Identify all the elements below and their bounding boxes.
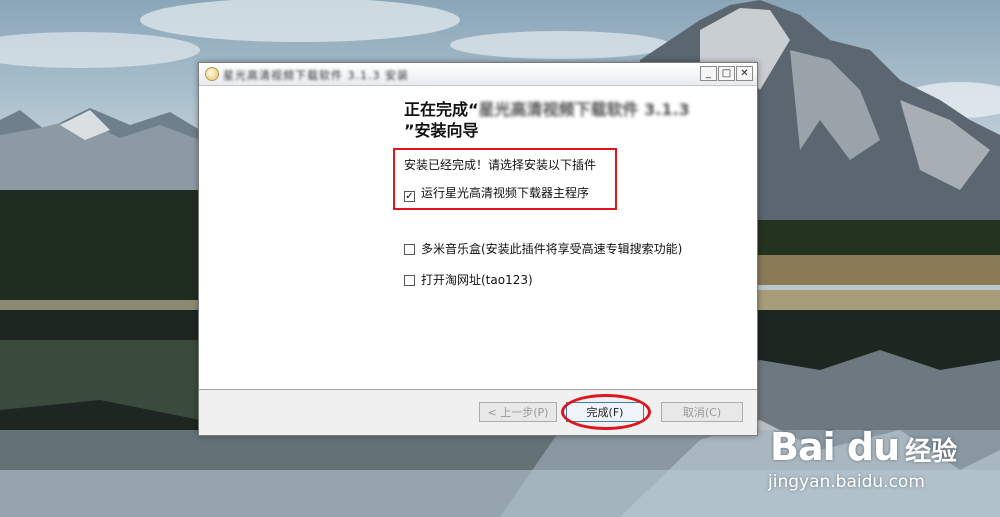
close-button[interactable]: ✕ [736, 66, 753, 81]
installer-window: 星光高清视频下载软件 3.1.3 安装 _ □ ✕ 正在完成“星光高清视频下载软… [198, 62, 758, 436]
heading-prefix: 正在完成“ [404, 100, 479, 119]
window-title: 星光高清视频下载软件 3.1.3 安装 [223, 69, 409, 82]
wizard-side-panel [199, 86, 387, 389]
back-button[interactable]: < 上一步(P) [479, 402, 557, 422]
checkbox-unchecked[interactable] [404, 244, 415, 255]
wizard-content: 正在完成“星光高清视频下载软件 3.1.3 ”安装向导 安装已经完成！请选择安装… [387, 86, 757, 389]
option-open-tao123[interactable]: 打开淘网址(tao123) [404, 271, 533, 288]
cancel-button[interactable]: 取消(C) [661, 402, 743, 422]
watermark-url: jingyan.baidu.com [768, 472, 925, 492]
maximize-button[interactable]: □ [718, 66, 735, 81]
option-label: 运行星光高清视频下载器主程序 [421, 186, 590, 200]
app-icon [205, 67, 219, 81]
heading-suffix: ”安装向导 [404, 121, 479, 140]
option-run-main-program[interactable]: ✓ 运行星光高清视频下载器主程序 [404, 184, 589, 202]
option-duomi-music[interactable]: 多米音乐盒(安装此插件将享受高速专辑搜索功能) [404, 240, 682, 257]
baidu-watermark: Bai du 经验 [770, 425, 957, 469]
finish-button[interactable]: 完成(F) [566, 402, 644, 422]
title-bar[interactable]: 星光高清视频下载软件 3.1.3 安装 _ □ ✕ [199, 63, 757, 86]
checkbox-checked[interactable]: ✓ [404, 191, 415, 202]
minimize-button[interactable]: _ [700, 66, 717, 81]
option-label: 打开淘网址(tao123) [421, 273, 533, 287]
option-label: 多米音乐盒(安装此插件将享受高速专辑搜索功能) [421, 242, 683, 256]
baidu-logo: Bai du [770, 425, 900, 469]
heading-app-name: 星光高清视频下载软件 3.1.3 [478, 100, 690, 119]
footer-divider [199, 389, 757, 390]
jingyan-logo: 经验 [905, 437, 958, 467]
checkbox-unchecked[interactable] [404, 275, 415, 286]
page-title: 正在完成“星光高清视频下载软件 3.1.3 ”安装向导 [404, 99, 744, 141]
status-text: 安装已经完成！请选择安装以下插件 [404, 158, 597, 172]
window-controls: _ □ ✕ [700, 66, 753, 81]
